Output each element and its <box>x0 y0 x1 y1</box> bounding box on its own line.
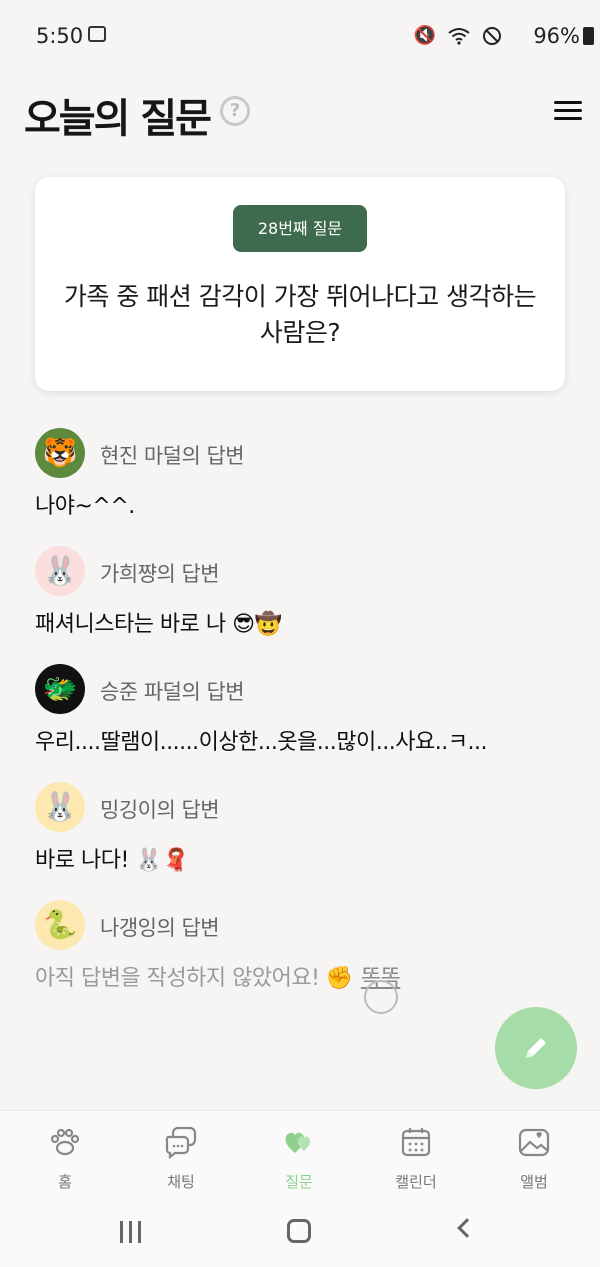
question-text: 가족 중 패션 감각이 가장 뛰어나다고 생각하는 사람은? <box>63 282 537 347</box>
nav-item-question[interactable]: 질문 <box>259 1125 339 1195</box>
nav-item-home[interactable]: 홈 <box>25 1125 105 1195</box>
nav-label: 홈 <box>58 1173 72 1191</box>
question-number-badge: 28번째 질문 <box>233 205 367 252</box>
answer-text-pending: 아직 답변을 작성하지 않았어요! ✊ 똑똑 <box>35 960 401 992</box>
nav-label: 질문 <box>285 1173 313 1191</box>
nav-item-calendar[interactable]: 캘린더 <box>376 1125 456 1195</box>
answer-item-hyunjin-mother: 🐯 현진 마덜의 답변 나야~^^. <box>0 428 600 538</box>
do-not-disturb-icon <box>483 27 501 45</box>
answer-text: 바로 나다! 🐰🧣 <box>35 848 190 873</box>
answer-item-gahee: 🐰 가희쨩의 답변 패셔니스타는 바로 나 😎🤠 <box>0 546 600 656</box>
answer-author: 승준 파덜의 답변 <box>100 680 245 704</box>
answer-author: 가희쨩의 답변 <box>100 562 220 586</box>
nav-item-album[interactable]: 앨범 <box>494 1125 574 1195</box>
wifi-icon <box>448 28 470 45</box>
answer-item-seungjun-father: 🐲 승준 파덜의 답변 우리....딸램이......이상한...옷을...많이… <box>0 664 600 774</box>
bottom-navigation: 홈 채팅 질문 캘린더 앨범 <box>0 1110 600 1205</box>
status-bar: 5:50 🔇 96% <box>0 0 600 72</box>
nav-item-chat[interactable]: 채팅 <box>141 1125 221 1195</box>
answer-text: 패셔니스타는 바로 나 😎🤠 <box>35 612 282 637</box>
nav-label: 채팅 <box>167 1173 195 1191</box>
status-time: 5:50 <box>36 24 84 48</box>
answer-text: 나야~^^. <box>35 494 135 519</box>
chat-icon <box>165 1126 197 1159</box>
back-icon[interactable] <box>457 1218 477 1238</box>
screenshot-icon <box>88 26 106 42</box>
pencil-icon <box>526 1038 546 1058</box>
help-icon[interactable]: ? <box>220 96 250 126</box>
hearts-icon <box>285 1132 311 1153</box>
avatar: 🐯 <box>35 428 85 478</box>
answer-author: 밍깅이의 답변 <box>100 798 220 822</box>
avatar: 🐍 <box>35 900 85 950</box>
nav-label: 앨범 <box>520 1173 548 1191</box>
answer-item-minggingi: 🐰 밍깅이의 답변 바로 나다! 🐰🧣 <box>0 782 600 892</box>
write-answer-button[interactable] <box>495 1007 577 1089</box>
mute-icon: 🔇 <box>413 25 436 46</box>
answer-item-nagaengying: 🐍 나갱잉의 답변 아직 답변을 작성하지 않았어요! ✊ 똑똑 <box>0 900 600 1010</box>
question-card: 28번째 질문 가족 중 패션 감각이 가장 뛰어나다고 생각하는 사람은? <box>35 177 565 391</box>
recent-apps-icon[interactable] <box>120 1221 142 1243</box>
avatar: 🐲 <box>35 664 85 714</box>
home-button-icon[interactable] <box>287 1219 311 1243</box>
calendar-icon <box>401 1128 431 1157</box>
answer-author: 현진 마덜의 답변 <box>100 444 245 468</box>
answer-text: 우리....딸램이......이상한...옷을...많이...사요..ㅋ... <box>35 730 487 755</box>
album-icon <box>518 1128 550 1157</box>
paw-icon <box>50 1128 80 1156</box>
system-navigation-bar <box>0 1205 600 1267</box>
battery-percent: 96% <box>533 24 580 48</box>
pending-answer-text: 아직 답변을 작성하지 않았어요! ✊ <box>35 966 353 991</box>
avatar: 🐰 <box>35 782 85 832</box>
battery-icon <box>583 27 594 45</box>
nav-label: 캘린더 <box>395 1173 437 1191</box>
page-title: 오늘의 질문 <box>24 96 212 142</box>
touch-indicator <box>364 980 398 1014</box>
answer-author: 나갱잉의 답변 <box>100 916 220 940</box>
avatar: 🐰 <box>35 546 85 596</box>
hamburger-menu-icon[interactable] <box>554 101 582 121</box>
status-icons: 🔇 <box>414 26 502 46</box>
